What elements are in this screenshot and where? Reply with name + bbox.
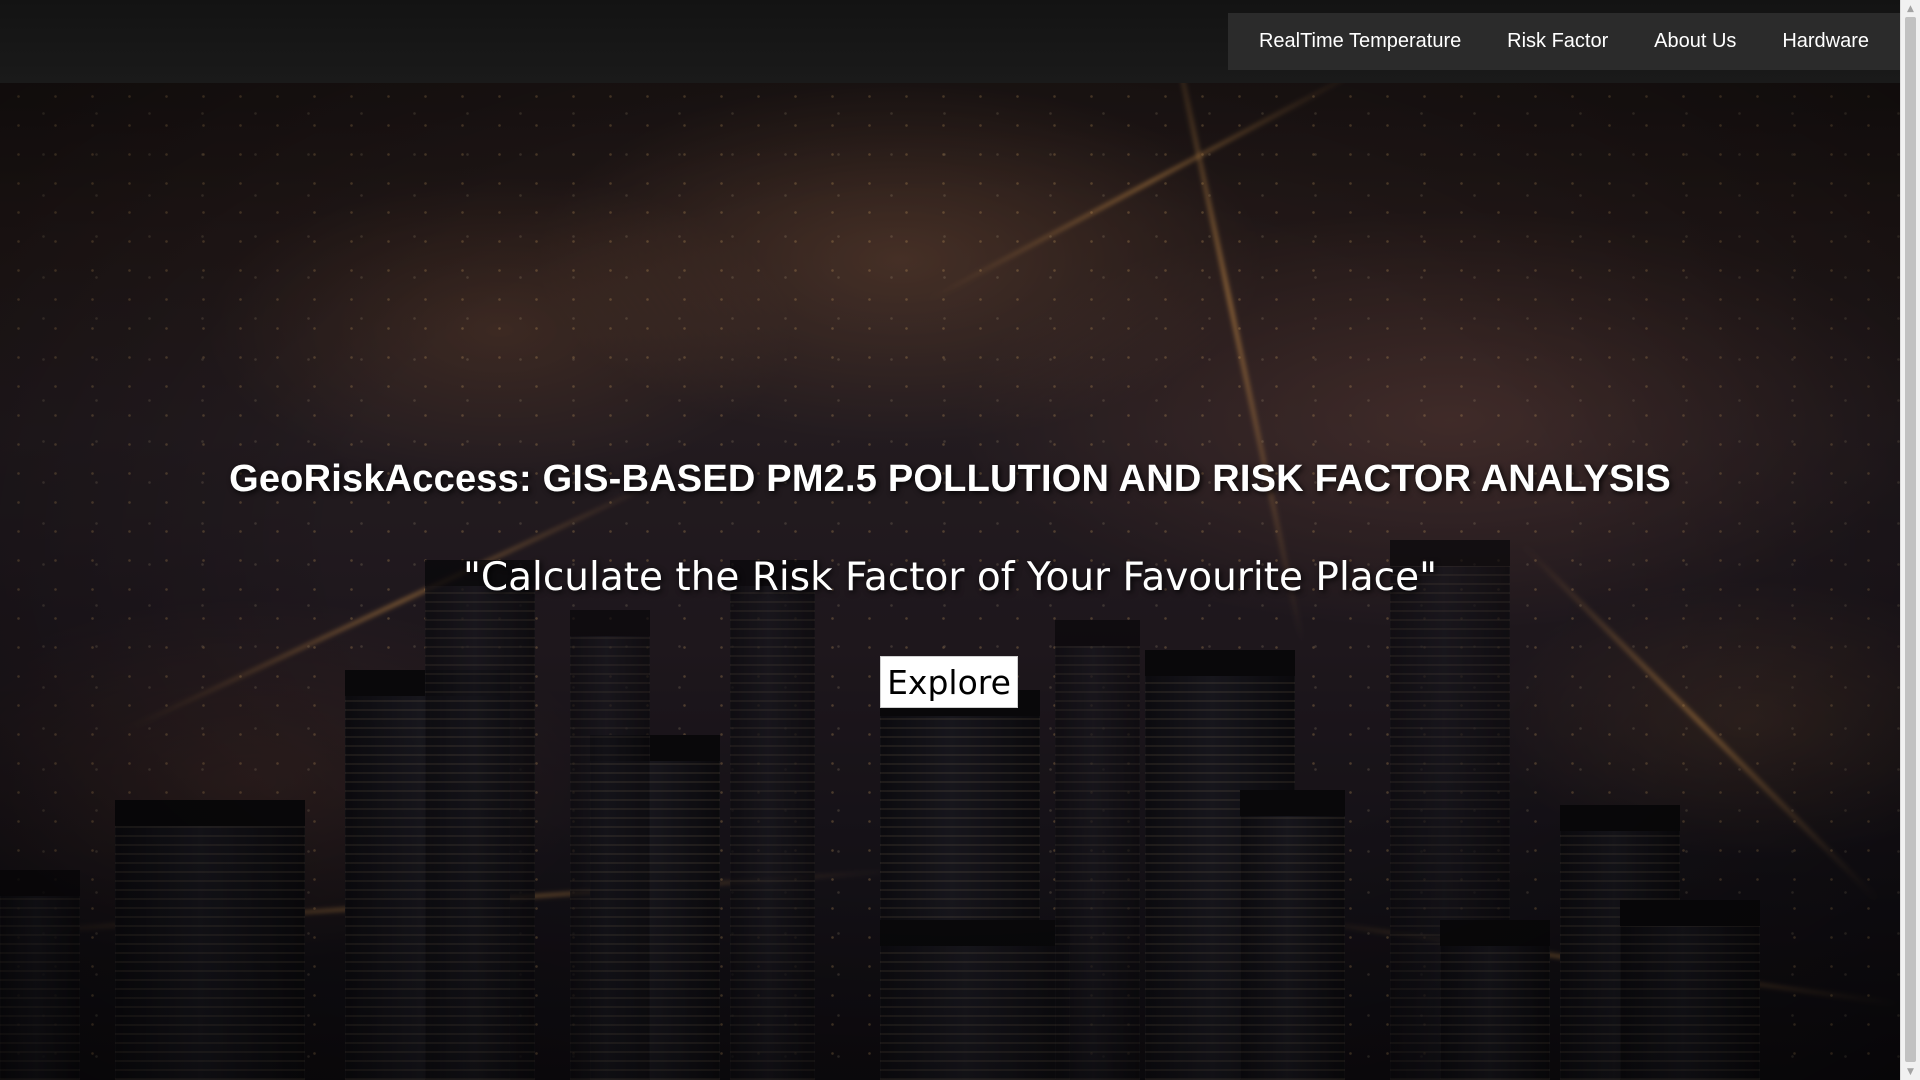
hero-section: GeoRiskAccess: GIS-BASED PM2.5 POLLUTION… bbox=[0, 0, 1900, 1080]
top-bar: RealTime Temperature Risk Factor About U… bbox=[0, 0, 1900, 83]
main-nav: RealTime Temperature Risk Factor About U… bbox=[1228, 13, 1900, 70]
hero-tagline: "Calculate the Risk Factor of Your Favou… bbox=[462, 555, 1438, 600]
explore-button[interactable]: Explore bbox=[880, 656, 1018, 708]
scrollbar-thumb[interactable] bbox=[1905, 17, 1916, 1062]
nav-link-realtime-temperature[interactable]: RealTime Temperature bbox=[1247, 22, 1473, 61]
chevron-up-icon[interactable]: ▲ bbox=[1901, 0, 1920, 17]
page-title: GeoRiskAccess: GIS-BASED PM2.5 POLLUTION… bbox=[229, 458, 1671, 500]
nav-link-hardware[interactable]: Hardware bbox=[1770, 22, 1881, 61]
nav-link-risk-factor[interactable]: Risk Factor bbox=[1495, 22, 1620, 61]
vertical-scrollbar[interactable]: ▲ ▼ bbox=[1900, 0, 1920, 1080]
chevron-down-icon[interactable]: ▼ bbox=[1901, 1063, 1920, 1080]
nav-link-about-us[interactable]: About Us bbox=[1642, 22, 1748, 61]
